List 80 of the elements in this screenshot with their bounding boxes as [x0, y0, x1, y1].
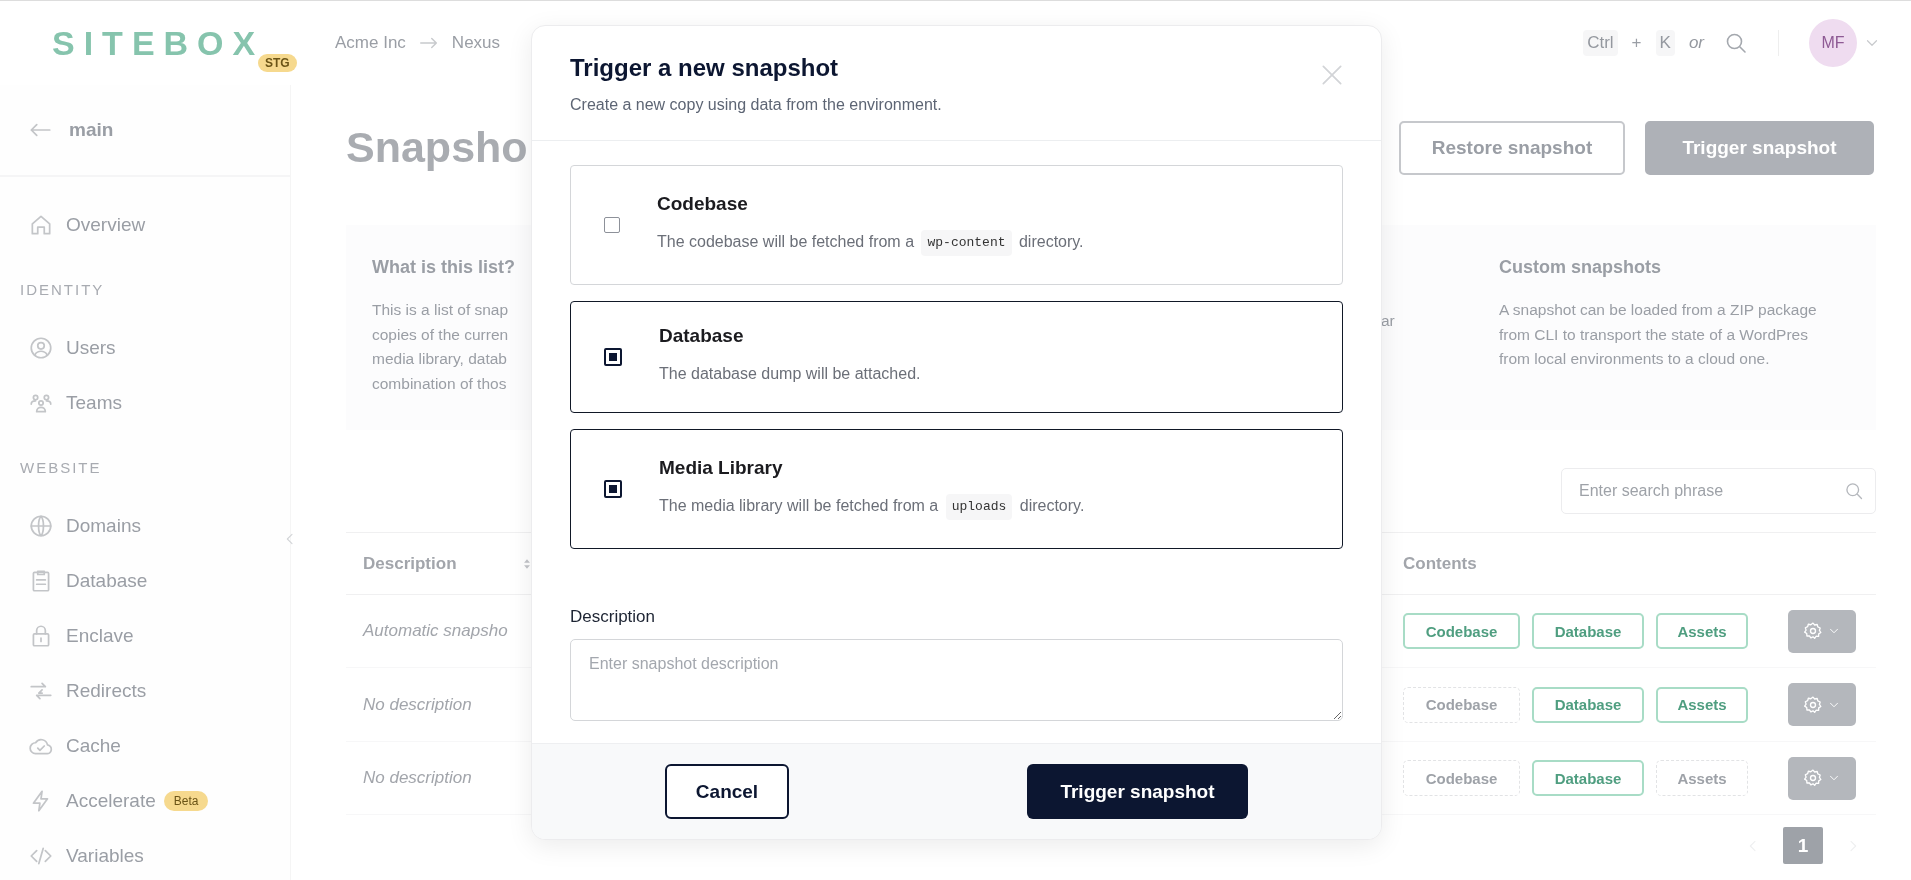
checkbox[interactable] [604, 480, 622, 498]
card-text: A snapshot can be loaded from a ZIP package [1499, 300, 1818, 320]
breadcrumb-link[interactable]: Acme Inc [335, 33, 406, 53]
card-text: media library, datab [372, 349, 508, 369]
search-icon [1844, 481, 1864, 501]
environment-badge: STG [258, 53, 297, 72]
trigger-button[interactable]: Trigger snapshot [1027, 764, 1248, 819]
nav-link[interactable]: Overview [66, 213, 146, 236]
nav-link[interactable]: Domains [66, 514, 141, 537]
restore-button[interactable]: Restore snapshot [1399, 120, 1625, 175]
content-tag: Database [1532, 613, 1644, 649]
card-heading: Custom snapshots [1499, 257, 1663, 278]
card-text: combination of thos [372, 373, 508, 394]
table-cell: No description [363, 768, 472, 788]
user-menu[interactable]: MF [1809, 19, 1881, 67]
search-icon [1724, 31, 1748, 55]
branch-link[interactable]: main [69, 119, 114, 141]
user-circle-icon [28, 334, 54, 361]
option-title: Media Library [659, 457, 784, 479]
avatar: MF [1809, 19, 1857, 67]
trigger-button[interactable]: Trigger snapshot [1645, 120, 1874, 175]
page-button[interactable]: 1 [1783, 827, 1823, 864]
option-card[interactable]: Database The database dump will be attached. [570, 301, 1343, 413]
nav-link[interactable]: Teams [66, 391, 122, 414]
field-label: Description [570, 607, 657, 627]
checkbox[interactable] [604, 348, 622, 366]
column-header: Contents [1403, 553, 1477, 574]
card-heading: What is this list? [372, 257, 516, 278]
nav-link[interactable]: Variables [66, 844, 144, 867]
cancel-button[interactable]: Cancel [665, 764, 789, 819]
content-tag: Assets [1656, 760, 1748, 796]
column-header[interactable]: Description [363, 553, 457, 574]
nav-link[interactable]: Redirects [66, 679, 147, 702]
content-tag: Codebase [1403, 686, 1520, 723]
table-cell: Automatic snapsho [363, 621, 508, 641]
gear-icon [1803, 694, 1823, 715]
nav-link[interactable]: Users [66, 336, 116, 359]
card-text: from local environments to a cloud one. [1499, 349, 1771, 369]
or-label: or [1688, 33, 1704, 53]
nav-link[interactable]: Database [66, 569, 148, 592]
option-card[interactable]: Media Library The media library will be fetched from a uploads directory. [570, 429, 1343, 549]
page-title: Snapsho [346, 123, 528, 172]
content-tag: Codebase [1403, 613, 1520, 649]
dialog-title: Trigger a new snapshot [570, 54, 840, 82]
section-heading: IDENTITY [19, 280, 106, 300]
table-cell: No description [363, 694, 472, 715]
content-tag: Assets [1656, 613, 1748, 649]
checkbox[interactable] [604, 217, 620, 233]
gear-icon [1803, 621, 1823, 641]
option-card[interactable]: Codebase The codebase will be fetched from a wp-content directory. [570, 165, 1343, 285]
content-tag: Database [1532, 686, 1644, 723]
card-text: This is a list of snap [372, 300, 510, 320]
beta-badge: Beta [163, 790, 209, 811]
nav-link[interactable]: Accelerate [66, 789, 156, 812]
content-tag: Assets [1656, 686, 1748, 723]
option-title: Database [659, 325, 745, 347]
option-title: Codebase [657, 193, 749, 215]
search-field[interactable]: Enter search phrase [1561, 468, 1876, 514]
content-tag: Codebase [1403, 760, 1520, 796]
plus-sign: + [1631, 33, 1642, 53]
option-description: The codebase will be fetched from a wp-content directory. [657, 227, 1084, 257]
option-description: The media library will be fetched from a uploads directory. [659, 491, 1085, 521]
keyboard-key: K [1655, 30, 1675, 56]
dialog-subtitle: Create a new copy using data from the environment. [570, 96, 942, 114]
keyboard-key: Ctrl [1583, 30, 1618, 56]
actions-menu-button[interactable] [1788, 609, 1856, 653]
card-text: from CLI to transport the state of a WordPres [1499, 324, 1809, 345]
globe-icon [28, 512, 54, 539]
option-description: The database dump will be attached. [659, 364, 921, 384]
section-heading: WEBSITE [19, 458, 103, 478]
content-tag: Database [1532, 760, 1644, 796]
description-field[interactable]: Enter snapshot description [570, 639, 1343, 721]
card-text: copies of the curren [372, 324, 510, 345]
nav-link[interactable]: Enclave [66, 624, 134, 647]
nav-link[interactable]: Cache [66, 734, 121, 757]
card-text: ar [1381, 312, 1396, 330]
breadcrumb-link[interactable]: Nexus [451, 33, 501, 53]
actions-menu-button[interactable] [1788, 683, 1856, 726]
gear-icon [1803, 768, 1823, 788]
actions-menu-button[interactable] [1788, 756, 1856, 800]
